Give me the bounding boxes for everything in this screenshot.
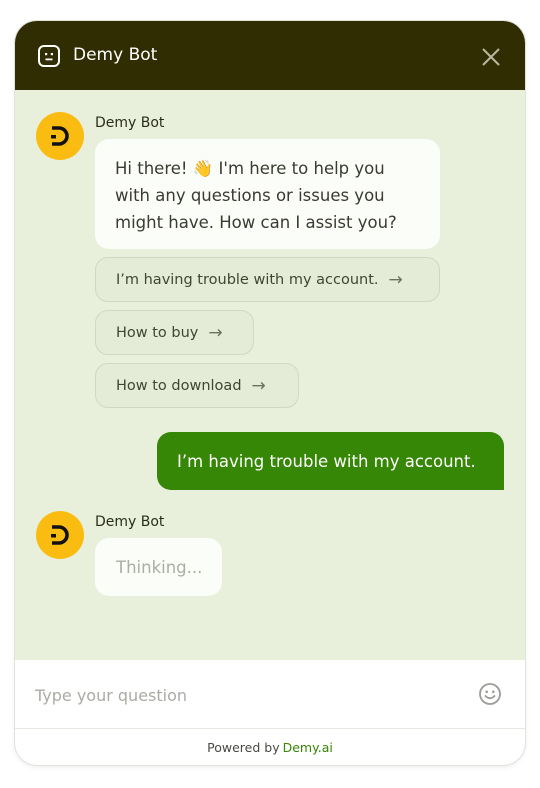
bot-avatar xyxy=(36,112,84,160)
question-input[interactable] xyxy=(35,680,465,710)
brand-link[interactable]: Demy.ai xyxy=(283,740,333,755)
quick-reply-label: How to buy xyxy=(116,324,199,341)
chat-widget: Demy Bot Demy Bot Hi there! 👋 I'm here t… xyxy=(15,21,525,765)
arrow-right-icon: → xyxy=(388,269,403,290)
message-sender: Demy Bot xyxy=(95,115,165,131)
chat-header: Demy Bot xyxy=(15,21,525,90)
message-list[interactable]: Demy Bot Hi there! 👋 I'm here to help yo… xyxy=(15,90,525,660)
composer xyxy=(15,660,525,728)
typing-indicator: Thinking... xyxy=(95,538,222,596)
quick-reply-how-to-buy[interactable]: How to buy → xyxy=(95,310,254,355)
arrow-right-icon: → xyxy=(208,322,223,343)
close-icon[interactable] xyxy=(480,46,502,68)
bot-face-icon xyxy=(38,45,60,67)
demy-logo-icon xyxy=(51,126,69,146)
smiley-icon[interactable] xyxy=(478,682,502,706)
footer: Powered by Demy.ai xyxy=(15,729,525,765)
chat-title: Demy Bot xyxy=(73,45,158,65)
quick-reply-label: How to download xyxy=(116,377,242,394)
powered-by-label: Powered by xyxy=(207,739,280,755)
bot-avatar xyxy=(36,511,84,559)
bot-message: Hi there! 👋 I'm here to help you with an… xyxy=(95,139,440,249)
demy-logo-icon xyxy=(51,525,69,545)
message-sender: Demy Bot xyxy=(95,514,165,530)
quick-reply-how-to-download[interactable]: How to download → xyxy=(95,363,299,408)
arrow-right-icon: → xyxy=(251,375,266,396)
quick-reply-account-trouble[interactable]: I’m having trouble with my account. → xyxy=(95,257,440,302)
quick-reply-label: I’m having trouble with my account. xyxy=(116,271,379,288)
user-message: I’m having trouble with my account. xyxy=(157,432,504,490)
